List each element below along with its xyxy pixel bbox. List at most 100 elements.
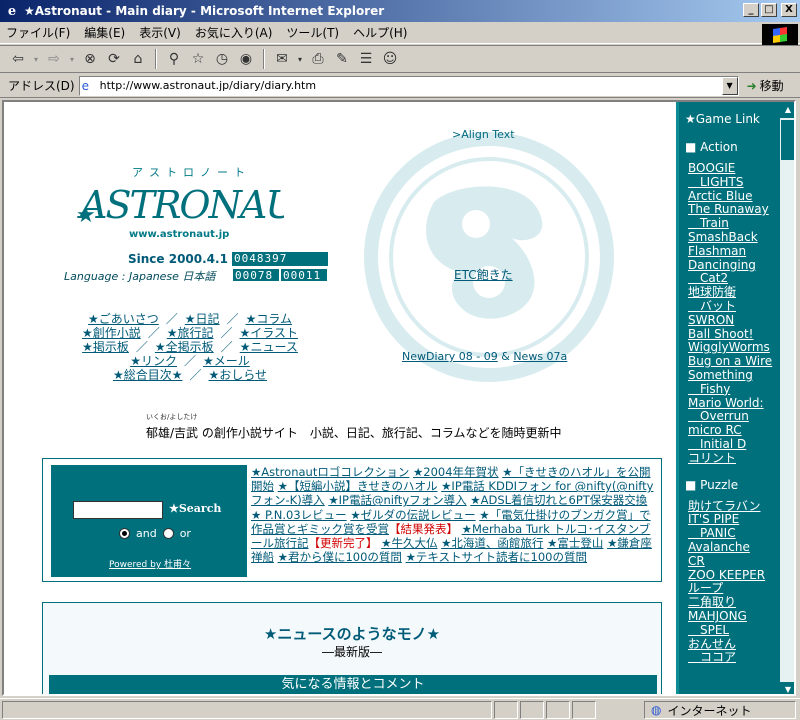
game-link[interactable]: Mario World: bbox=[688, 396, 780, 411]
etc-link[interactable]: ETC飽きた bbox=[454, 266, 513, 283]
game-link[interactable]: Avalanche bbox=[688, 540, 780, 555]
game-link[interactable]: CR bbox=[688, 554, 780, 569]
game-link[interactable]: BOOGIE bbox=[688, 161, 780, 176]
align-text-link[interactable]: >Align Text bbox=[452, 128, 515, 141]
game-link[interactable]: 地球防衛 bbox=[688, 285, 780, 300]
maximize-button[interactable]: □ bbox=[761, 3, 777, 17]
refresh-icon[interactable]: ⟳ bbox=[104, 49, 124, 69]
menu-view[interactable]: 表示(V) bbox=[139, 24, 181, 41]
mail-dropdown-icon[interactable]: ▾ bbox=[296, 49, 304, 69]
game-link[interactable]: IT'S PIPE bbox=[688, 513, 780, 527]
game-link[interactable]: SmashBack bbox=[688, 230, 780, 245]
game-link[interactable]: LIGHTS bbox=[688, 175, 780, 190]
media-icon[interactable]: ◉ bbox=[236, 49, 256, 69]
print-icon[interactable]: ⎙ bbox=[308, 49, 328, 69]
newdiary-link[interactable]: NewDiary 08 - 09 bbox=[402, 350, 498, 363]
nav-column[interactable]: ★コラム bbox=[246, 312, 292, 326]
game-link[interactable]: バット bbox=[688, 299, 780, 314]
nav-novels[interactable]: ★創作小説 bbox=[82, 326, 141, 340]
update-link[interactable]: ★【短編小説】きせきのハオル bbox=[278, 479, 438, 493]
update-link[interactable]: ★富士登山 bbox=[547, 536, 603, 550]
update-link[interactable]: ★北海道、函館旅行 bbox=[441, 536, 543, 550]
scroll-thumb[interactable] bbox=[781, 120, 794, 160]
game-link[interactable]: Fishy bbox=[688, 382, 780, 397]
discuss-icon[interactable]: ☰ bbox=[356, 49, 376, 69]
nav-diary[interactable]: ★日記 bbox=[185, 312, 220, 326]
go-button[interactable]: ➜ 移動 bbox=[747, 77, 784, 94]
search-button[interactable]: ★Search bbox=[169, 502, 221, 515]
forward-icon[interactable]: ⇨ bbox=[44, 49, 64, 69]
edit-icon[interactable]: ✎ bbox=[332, 49, 352, 69]
back-dropdown-icon[interactable]: ▾ bbox=[32, 49, 40, 69]
nav-travel[interactable]: ★旅行記 bbox=[167, 326, 214, 340]
nav-index[interactable]: ★総合目次★ bbox=[113, 368, 183, 382]
menu-file[interactable]: ファイル(F) bbox=[6, 24, 70, 41]
game-link[interactable]: Arctic Blue bbox=[688, 189, 780, 204]
nav-mail[interactable]: ★メール bbox=[203, 354, 250, 368]
menu-favorites[interactable]: お気に入り(A) bbox=[195, 24, 273, 41]
game-link[interactable]: WigglyWorms bbox=[688, 341, 780, 355]
search-input[interactable] bbox=[73, 501, 163, 519]
game-link[interactable]: Flashman bbox=[688, 244, 780, 259]
game-link[interactable]: Overrun bbox=[688, 410, 780, 424]
game-link[interactable]: PANIC bbox=[688, 526, 780, 541]
menu-edit[interactable]: 編集(E) bbox=[84, 24, 125, 41]
address-input[interactable]: e http://www.astronaut.jp/diary/diary.ht… bbox=[78, 75, 739, 96]
update-link[interactable]: ★2004年年賀状 bbox=[413, 465, 499, 479]
game-link[interactable]: Dancinging bbox=[688, 258, 780, 273]
minimize-button[interactable]: _ bbox=[743, 3, 759, 17]
game-link[interactable]: SPEL bbox=[688, 623, 780, 638]
nav-links[interactable]: ★リンク bbox=[130, 354, 177, 368]
game-link[interactable]: ZOO KEEPER bbox=[688, 568, 780, 583]
update-link[interactable]: ★テキストサイト読者に100の質問 bbox=[406, 550, 587, 564]
search-icon[interactable]: ⚲ bbox=[164, 49, 184, 69]
game-link[interactable]: Train bbox=[688, 216, 780, 231]
messenger-icon[interactable]: ☺ bbox=[380, 49, 400, 69]
mail-icon[interactable]: ✉ bbox=[272, 49, 292, 69]
news-link[interactable]: News 07a bbox=[513, 350, 567, 363]
update-link[interactable]: ★Astronautロゴコレクション bbox=[251, 465, 409, 479]
stop-icon[interactable]: ⊗ bbox=[80, 49, 100, 69]
game-link[interactable]: Something bbox=[688, 368, 780, 383]
update-link[interactable]: ★君から僕に100の質問 bbox=[278, 550, 402, 564]
game-link[interactable]: MAHJONG bbox=[688, 609, 780, 624]
home-icon[interactable]: ⌂ bbox=[128, 49, 148, 69]
update-link[interactable]: ★IP電話@niftyフォン導入 bbox=[328, 493, 466, 507]
menu-tools[interactable]: ツール(T) bbox=[286, 24, 339, 41]
scroll-down-icon[interactable]: ▼ bbox=[780, 682, 794, 694]
update-link[interactable]: ★牛久大仏 bbox=[381, 536, 437, 550]
game-link[interactable]: 二角取り bbox=[688, 595, 780, 610]
nav-news[interactable]: ★ニュース bbox=[240, 340, 298, 354]
game-link[interactable]: 助けてラバン bbox=[688, 499, 780, 514]
address-dropdown-icon[interactable]: ▼ bbox=[721, 76, 738, 95]
menu-help[interactable]: ヘルプ(H) bbox=[353, 24, 407, 41]
nav-all-bbs[interactable]: ★全掲示板 bbox=[155, 340, 214, 354]
game-link[interactable]: The Runaway bbox=[688, 203, 780, 217]
nav-greeting[interactable]: ★ごあいさつ bbox=[88, 312, 159, 326]
nav-notice[interactable]: ★おしらせ bbox=[209, 368, 268, 382]
nav-bbs[interactable]: ★掲示板 bbox=[82, 340, 129, 354]
nav-illust[interactable]: ★イラスト bbox=[240, 326, 299, 340]
game-link[interactable]: ループ bbox=[688, 582, 780, 596]
and-radio[interactable] bbox=[119, 528, 130, 539]
game-link[interactable]: Ball Shoot! bbox=[688, 327, 780, 342]
back-icon[interactable]: ⇦ bbox=[8, 49, 28, 69]
game-link[interactable]: Initial D bbox=[688, 437, 780, 452]
game-link[interactable]: ココア bbox=[688, 650, 780, 665]
or-radio[interactable] bbox=[162, 528, 174, 539]
history-icon[interactable]: ◷ bbox=[212, 49, 232, 69]
update-link[interactable]: ★ADSL着信切れと6PT保安器交換 bbox=[470, 493, 647, 507]
close-button[interactable]: X bbox=[781, 3, 797, 17]
game-link[interactable]: SWRON bbox=[688, 313, 780, 328]
update-link[interactable]: ★ゼルダの伝説レビュー bbox=[350, 508, 475, 522]
game-link[interactable]: micro RC bbox=[688, 423, 780, 438]
favorites-icon[interactable]: ☆ bbox=[188, 49, 208, 69]
powered-by-link[interactable]: Powered by 杜甫々 bbox=[109, 557, 191, 570]
game-link[interactable]: Bug on a Wire bbox=[688, 354, 780, 369]
game-link[interactable]: おんせん bbox=[688, 637, 780, 652]
game-link[interactable]: コリント bbox=[688, 451, 780, 466]
update-link[interactable]: ★ P.N.03レビュー bbox=[251, 508, 347, 522]
scroll-up-icon[interactable]: ▲ bbox=[780, 102, 794, 118]
forward-dropdown-icon[interactable]: ▾ bbox=[68, 49, 76, 69]
vertical-scrollbar[interactable]: ▲ ▼ bbox=[780, 102, 794, 694]
